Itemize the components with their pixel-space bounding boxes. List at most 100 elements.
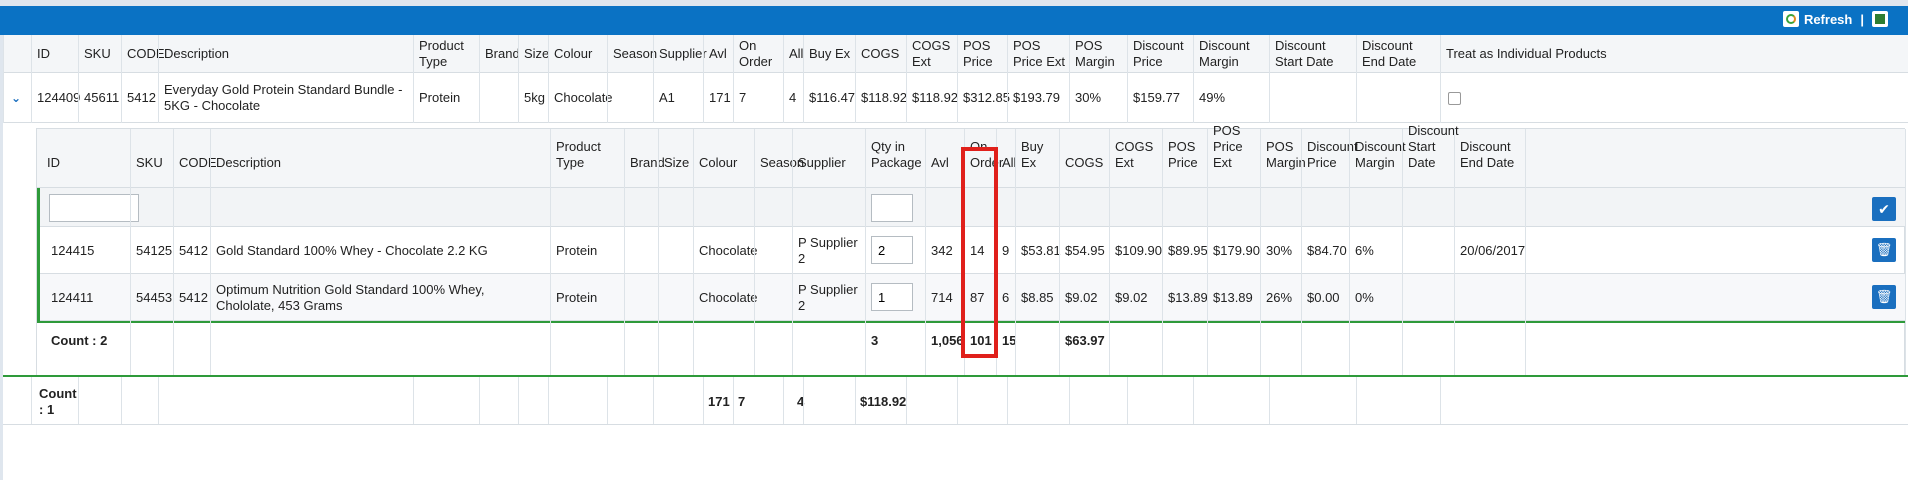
outer-header-19-text: Discount Price [1133, 38, 1184, 69]
outer-cell-19-text: $159.77 [1133, 90, 1180, 105]
inner-cell-1-23 [1454, 274, 1525, 321]
inner-header-10: Qty in Package [865, 129, 925, 187]
outer-header-11: On Order [733, 35, 783, 73]
inner-cell-1-20: $0.00 [1301, 274, 1349, 321]
column-divider [548, 35, 549, 123]
inner-cell-0-9-text: P Supplier 2 [798, 234, 858, 266]
outer-header-3: Description [158, 35, 413, 73]
inner-cell-0-17: $89.95 [1162, 227, 1208, 274]
delete-row-button[interactable]: 🗑 [1872, 238, 1896, 262]
inner-cell-0-21: 6% [1349, 227, 1402, 274]
inner-cell-1-5 [624, 274, 658, 321]
qty-input[interactable] [871, 236, 913, 264]
outer-header-9-text: Supplier [659, 46, 707, 61]
inner-footer-cogs: $63.97 [1059, 323, 1109, 358]
column-divider [1905, 129, 1906, 376]
confirm-filter-button[interactable]: ✔ [1872, 197, 1896, 221]
column-divider [607, 377, 608, 425]
inner-cell-0-9: P Supplier 2 [792, 227, 865, 274]
inner-header-17: POS Price [1162, 129, 1207, 187]
column-divider [1454, 129, 1455, 376]
inner-cell-1-0-text: 124411 [51, 289, 94, 305]
inner-cell-0-20: $84.70 [1301, 227, 1349, 274]
id-filter-input[interactable] [49, 194, 139, 222]
inner-cell-0-4: Protein [550, 227, 624, 274]
qty-filter-input[interactable] [871, 194, 913, 222]
inner-cell-0-15: $54.95 [1059, 227, 1109, 274]
outer-header-20: Discount Margin [1193, 35, 1269, 73]
inner-cell-0-5 [624, 227, 658, 274]
outer-header-20-text: Discount Margin [1199, 38, 1250, 69]
outer-footer-cogs-text: $118.92 [860, 394, 907, 409]
outer-cell-10: 171 [703, 73, 733, 123]
column-divider [78, 377, 79, 425]
column-divider [865, 129, 866, 376]
column-divider [550, 129, 551, 376]
inner-cell-1-7: Chocolate [693, 274, 758, 321]
inner-footer-count: Count : 2 [45, 323, 165, 358]
inner-header-23: Discount End Date [1454, 129, 1525, 187]
outer-cell-10-text: 171 [709, 90, 731, 105]
inner-header-15-text: COGS [1065, 155, 1104, 170]
outer-header-13-text: Buy Ex [809, 46, 851, 61]
inner-header-14: Buy Ex [1015, 129, 1059, 187]
row-accent [37, 188, 40, 321]
inner-header-6: Size [658, 129, 693, 187]
delete-row-button[interactable]: 🗑 [1872, 285, 1896, 309]
inner-cell-0-16: $109.90 [1109, 227, 1162, 274]
inner-cell-1-4-text: Protein [556, 289, 598, 305]
inner-header-19-text: POS Margin [1266, 139, 1306, 170]
inner-header-5: Brand [624, 129, 665, 187]
outer-grid: ID SKU CODE Description Product Type Brand Siz… [3, 35, 1908, 480]
row-divider [3, 424, 1908, 425]
inner-cell-1-3-text: Optimum Nutrition Gold Standard 100% Whe… [216, 281, 485, 313]
trash-icon: 🗑 [1875, 289, 1893, 304]
outer-cell-7: Chocolate [548, 73, 613, 123]
outer-cell-21 [1269, 73, 1356, 123]
inner-header-23-text: Discount End Date [1460, 139, 1515, 170]
inner-header-22-text: Discount Start Date [1408, 123, 1459, 170]
inner-cell-1-9: P Supplier 2 [792, 274, 865, 321]
outer-cell-14-text: $118.92 [861, 90, 908, 105]
outer-header-14: COGS [855, 35, 906, 73]
outer-cell-16: $312.85 [957, 73, 1010, 123]
qty-input[interactable] [871, 283, 913, 311]
column-divider [173, 129, 174, 376]
inner-header-4: Product Type [550, 129, 624, 187]
inner-cell-0-8 [754, 227, 792, 274]
outer-header-16-text: POS Price [963, 38, 993, 69]
outer-cell-20-text: 49% [1199, 90, 1226, 105]
toolbar-separator: | [1860, 11, 1864, 27]
inner-cell-1-15: $9.02 [1059, 274, 1109, 321]
outer-header-1-text: SKU [84, 46, 111, 61]
column-divider [1207, 129, 1208, 376]
inner-cell-1-19-text: 26% [1266, 289, 1293, 305]
outer-header-1: SKU [78, 35, 121, 73]
outer-header-10-text: Avl [709, 46, 727, 61]
column-divider [803, 35, 804, 123]
inner-header-15: COGS [1059, 129, 1109, 187]
column-divider [78, 35, 79, 123]
column-divider [906, 377, 907, 425]
outer-cell-3-text: Everyday Gold Protein Standard Bundle - … [164, 82, 403, 113]
inner-cell-0-0-text: 124415 [51, 242, 95, 258]
row-divider [3, 375, 1908, 377]
column-divider [548, 377, 549, 425]
collapse-row-chevron-icon[interactable]: ⌄ [9, 91, 23, 105]
inner-cell-0-13-text: 9 [1002, 242, 1010, 258]
refresh-button[interactable]: Refresh [1782, 11, 1852, 27]
outer-cell-18: 30% [1069, 73, 1127, 123]
column-divider [158, 35, 159, 123]
inner-cell-0-16-text: $109.90 [1115, 242, 1162, 258]
inner-header-14-text: Buy Ex [1021, 139, 1044, 170]
treat-individual-checkbox[interactable] [1448, 92, 1461, 105]
outer-header-14-text: COGS [861, 46, 900, 61]
column-divider [1127, 35, 1128, 123]
outer-cell-2: 5412 [121, 73, 158, 123]
outer-footer-count-text: Count : 1 [39, 386, 77, 417]
outer-cell-1: 45611 [78, 73, 121, 123]
column-divider [653, 377, 654, 425]
inner-cell-1-16-text: $9.02 [1115, 289, 1148, 305]
refresh-icon [1782, 11, 1799, 27]
export-excel-icon[interactable] [1872, 11, 1888, 27]
